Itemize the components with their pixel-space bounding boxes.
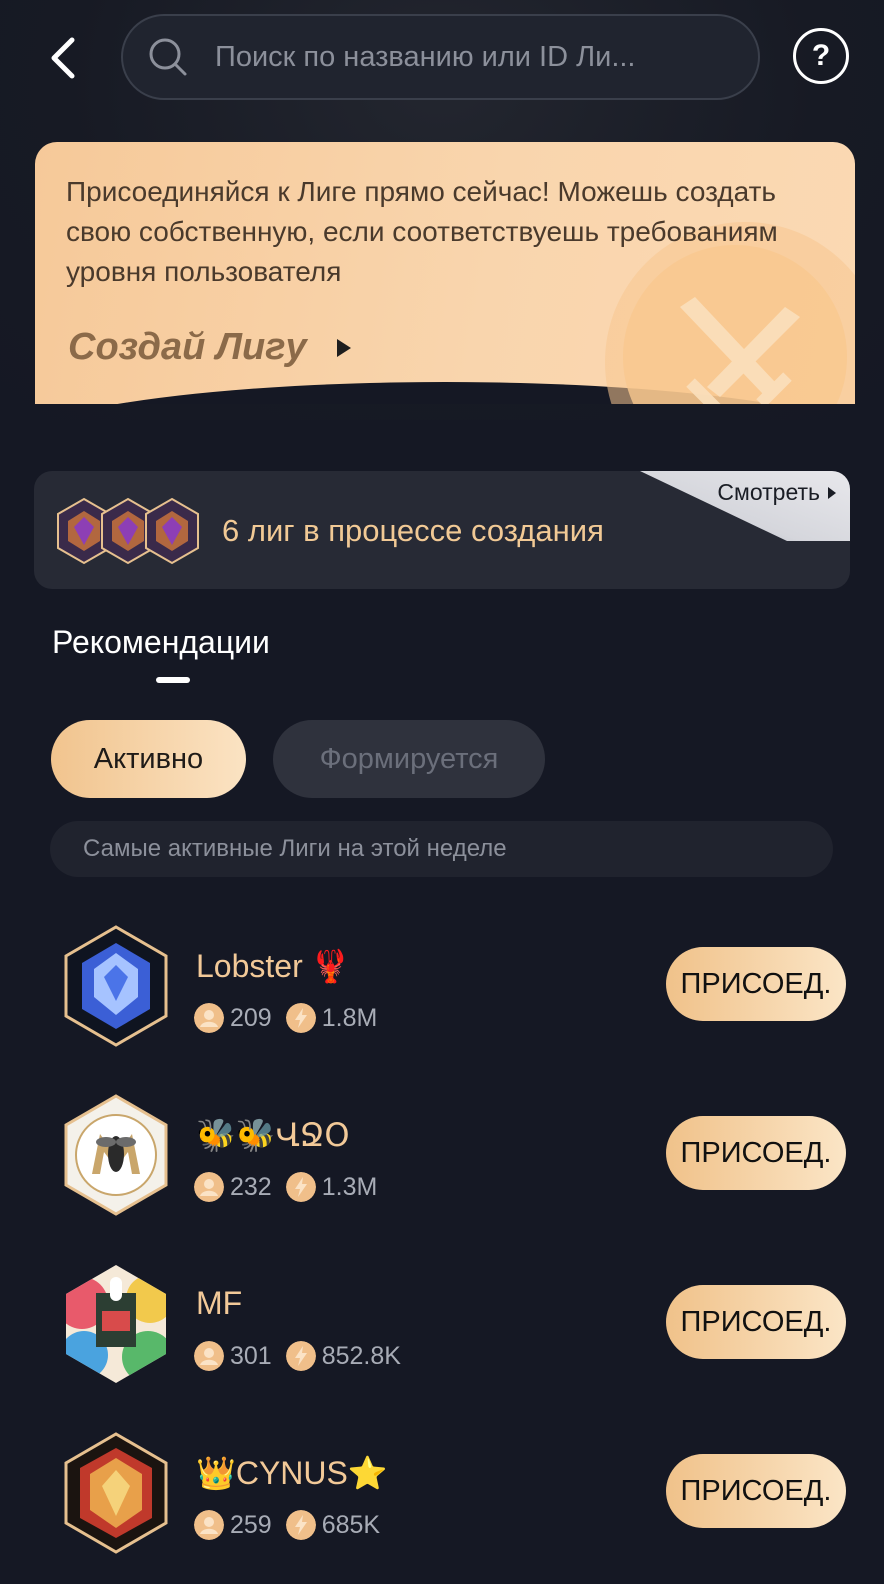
create-league-button[interactable]: Создай Лигу (68, 326, 351, 369)
league-stats: 301 852.8K (194, 1341, 401, 1371)
league-stats: 259 685K (194, 1510, 380, 1540)
league-avatar (64, 1094, 168, 1216)
join-button[interactable]: ПРИСОЕД. (666, 1454, 846, 1528)
power-value: 852.8K (321, 1341, 401, 1370)
league-row[interactable]: 🐝🐝ՎՋՕ 232 1.3M ПРИСОЕД. (0, 1094, 884, 1224)
tab-indicator (156, 677, 190, 683)
league-name-text: 🐝🐝ՎՋՕ (196, 1117, 350, 1153)
league-badges-icon (57, 497, 199, 565)
chevron-left-icon (51, 37, 75, 79)
leagues-in-creation-card[interactable]: 6 лиг в процессе создания Смотреть (34, 471, 850, 589)
view-link-label: Смотреть (717, 479, 820, 505)
lobster-emoji: 🦞 (310, 948, 351, 984)
search-input[interactable] (215, 40, 735, 74)
user-icon (194, 1341, 224, 1371)
league-avatar (66, 1265, 166, 1383)
header: ? (0, 0, 884, 120)
user-icon (194, 1172, 224, 1202)
lightning-icon (285, 1172, 316, 1202)
member-count: 209 (230, 1003, 272, 1032)
league-name-text: 👑CYNUS⭐ (196, 1455, 388, 1491)
league-name: 👑CYNUS⭐ (196, 1454, 388, 1492)
league-avatar (64, 925, 168, 1047)
section-subtitle: Самые активные Лиги на этой неделе (50, 821, 833, 877)
lightning-icon (285, 1003, 316, 1033)
view-link[interactable]: Смотреть (717, 479, 836, 506)
tab-recommendations[interactable]: Рекомендации (52, 624, 270, 661)
league-row[interactable]: 👑CYNUS⭐ 259 685K ПРИСОЕД. (0, 1432, 884, 1562)
play-arrow-icon (828, 486, 836, 499)
join-button[interactable]: ПРИСОЕД. (666, 1116, 846, 1190)
lightning-icon (285, 1510, 316, 1540)
league-name: MF (196, 1285, 242, 1322)
lightning-icon (285, 1341, 316, 1371)
league-row[interactable]: Lobster 🦞 209 1.8M ПРИСОЕД. (0, 925, 884, 1055)
create-league-label: Создай Лигу (68, 326, 307, 368)
power-value: 1.8M (321, 1003, 378, 1032)
member-count: 301 (230, 1341, 272, 1370)
league-stats: 209 1.8M (194, 1003, 377, 1033)
league-avatar (64, 1432, 168, 1554)
power-value: 685K (321, 1510, 381, 1539)
help-button[interactable]: ? (793, 28, 849, 84)
back-button[interactable] (38, 32, 86, 84)
league-row[interactable]: MF 301 852.8K ПРИСОЕД. (0, 1263, 884, 1393)
join-button[interactable]: ПРИСОЕД. (666, 1285, 846, 1359)
create-league-banner: Присоединяйся к Лиге прямо сейчас! Можеш… (35, 142, 855, 404)
league-name-text: Lobster (196, 947, 303, 984)
league-stats: 232 1.3M (194, 1172, 377, 1202)
search-box[interactable] (121, 14, 760, 100)
user-icon (194, 1003, 224, 1033)
league-name: 🐝🐝ՎՋՕ (196, 1116, 350, 1154)
filter-forming-chip[interactable]: Формируется (273, 720, 545, 798)
power-value: 1.3M (321, 1172, 378, 1201)
member-count: 232 (230, 1172, 272, 1201)
league-name-text: MF (196, 1285, 243, 1321)
promo-text: Присоединяйся к Лиге прямо сейчас! Можеш… (66, 176, 778, 287)
user-icon (194, 1510, 224, 1540)
join-button[interactable]: ПРИСОЕД. (666, 947, 846, 1021)
play-arrow-icon (336, 338, 351, 357)
search-icon (149, 38, 187, 76)
filter-active-chip[interactable]: Активно (51, 720, 246, 798)
member-count: 259 (230, 1510, 272, 1539)
leagues-in-creation-text: 6 лиг в процессе создания (222, 513, 604, 548)
league-name: Lobster 🦞 (196, 947, 351, 985)
